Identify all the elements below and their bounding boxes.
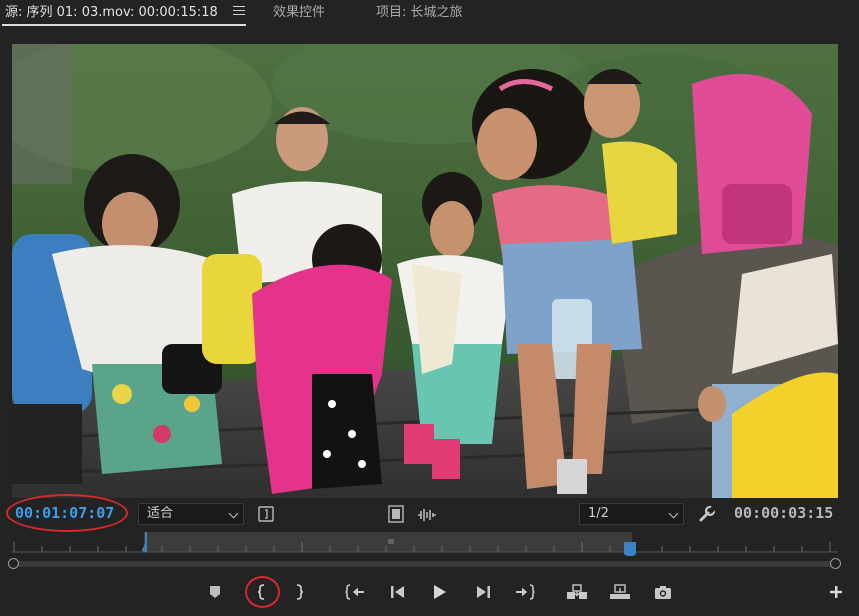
go-to-out-icon <box>516 584 535 600</box>
resolution-select[interactable]: 1/2 <box>579 503 684 525</box>
audio-waveform-icon[interactable] <box>417 507 437 526</box>
overwrite-button[interactable] <box>608 582 632 602</box>
go-to-out-button[interactable] <box>513 582 537 602</box>
insert-icon <box>567 584 587 599</box>
zoom-scrollbar[interactable] <box>8 558 841 569</box>
play-icon <box>434 585 446 599</box>
duration-timecode: 00:00:03:15 <box>734 504 834 522</box>
hamburger-menu-icon[interactable] <box>233 6 245 17</box>
resolution-select-value: 1/2 <box>588 506 609 521</box>
tab-effect-controls[interactable]: 效果控件 <box>273 4 325 22</box>
mark-out-button[interactable] <box>287 582 311 602</box>
zoom-select-value: 适合 <box>147 506 174 521</box>
scroll-handle-left[interactable] <box>8 558 19 569</box>
panel-tab-bar: 源: 序列 01: 03.mov: 00:00:15:18 效果控件 项目: 长… <box>0 0 859 28</box>
overwrite-icon <box>610 584 630 599</box>
add-marker-button[interactable] <box>203 582 227 602</box>
mark-out-icon <box>296 584 304 600</box>
marker-icon <box>210 586 220 598</box>
chevron-down-icon <box>228 508 239 519</box>
film-strip-icon[interactable] <box>388 505 404 527</box>
go-to-in-button[interactable] <box>343 582 367 602</box>
play-button[interactable] <box>428 582 452 602</box>
scroll-track <box>12 561 838 567</box>
video-preview[interactable] <box>12 44 838 498</box>
step-back-icon <box>391 586 404 598</box>
annotation-circle-mark-in <box>245 576 280 608</box>
video-frame-image <box>12 44 838 498</box>
time-ruler <box>12 532 838 556</box>
tab-project[interactable]: 项目: 长城之旅 <box>376 4 463 22</box>
zoom-select[interactable]: 适合 <box>138 503 244 525</box>
camera-icon <box>655 585 671 599</box>
active-tab-underline <box>2 24 246 26</box>
chevron-down-icon <box>668 508 679 519</box>
wrench-icon[interactable] <box>698 505 717 527</box>
tab-source-monitor[interactable]: 源: 序列 01: 03.mov: 00:00:15:18 <box>5 4 218 22</box>
mini-timeline[interactable] <box>12 530 838 556</box>
insert-button[interactable] <box>565 582 589 602</box>
export-frame-button[interactable] <box>651 582 675 602</box>
scroll-handle-right[interactable] <box>830 558 841 569</box>
annotation-circle-timecode <box>6 494 128 532</box>
step-forward-button[interactable] <box>471 582 495 602</box>
step-back-button[interactable] <box>386 582 410 602</box>
step-forward-icon <box>477 586 490 598</box>
button-editor-button[interactable] <box>824 582 848 602</box>
plus-icon <box>830 586 842 598</box>
go-to-in-icon <box>345 584 364 600</box>
bracket-settings-icon[interactable] <box>258 506 274 526</box>
